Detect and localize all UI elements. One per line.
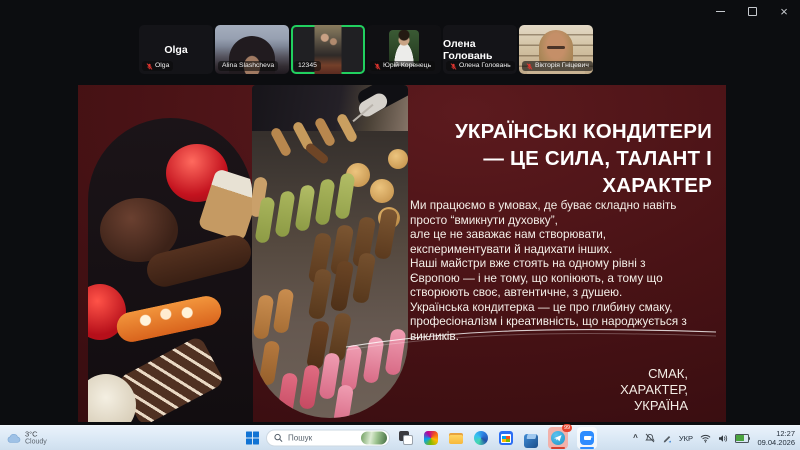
photo-shape xyxy=(370,179,394,203)
glasses-shape xyxy=(547,46,565,49)
photo-shape xyxy=(334,172,355,220)
keyboard-language[interactable]: УКР xyxy=(679,434,693,443)
participant-label: Олена Головань xyxy=(446,61,515,71)
notification-badge: 99 xyxy=(562,424,572,432)
participant-label: Юрій Коренець xyxy=(370,61,435,71)
mic-muted-icon xyxy=(526,63,533,70)
photo-shape xyxy=(274,190,295,238)
bell-off-icon[interactable] xyxy=(645,433,655,443)
participant-label: 12345 xyxy=(294,61,321,71)
wifi-icon[interactable] xyxy=(700,434,711,443)
participant-tile-olga[interactable]: Olga Olga xyxy=(139,25,213,74)
close-icon[interactable]: × xyxy=(774,3,794,19)
slide-body-text: Ми працюємо в умовах, де буває складно н… xyxy=(410,198,687,343)
participant-tile-olena[interactable]: Олена Головань Олена Головань xyxy=(443,25,517,74)
weather-temperature: 3°C xyxy=(25,429,47,438)
windows-taskbar: 3°C Cloudy Пошук 99 xyxy=(0,425,800,450)
minimize-icon[interactable] xyxy=(710,3,730,19)
photo-shape xyxy=(333,384,354,418)
running-indicator xyxy=(580,447,594,449)
shared-presentation-slide: УКРАЇНСЬКІ КОНДИТЕРИ — ЦЕ СИЛА, ТАЛАНТ І… xyxy=(78,85,726,422)
participant-label: Olga xyxy=(142,61,173,71)
search-placeholder: Пошук xyxy=(288,434,356,443)
search-highlight-thumbnail[interactable] xyxy=(361,432,387,445)
search-box[interactable]: Пошук xyxy=(266,430,390,447)
participant-label: Alina Slashcheva xyxy=(218,61,278,71)
swoosh-decoration xyxy=(344,323,724,355)
photo-shape xyxy=(299,364,321,410)
photos-app-icon[interactable] xyxy=(423,430,439,446)
clock-date: 09.04.2026 xyxy=(757,438,795,447)
microsoft-store-icon[interactable] xyxy=(498,430,514,446)
system-tray: ^ УКР 12:27 09.04.2026 xyxy=(633,426,795,450)
weather-condition: Cloudy xyxy=(25,438,47,446)
wallet-app-icon[interactable] xyxy=(523,430,539,446)
photo-shape xyxy=(270,126,293,157)
photo-shape xyxy=(314,178,335,226)
video-camera-icon xyxy=(580,431,594,445)
clock-time: 12:27 xyxy=(757,429,795,438)
slide-tagline: СМАК, ХАРАКТЕР, УКРАЇНА xyxy=(620,366,688,414)
zoom-app-icon[interactable] xyxy=(577,427,597,449)
telegram-plane-icon xyxy=(551,431,565,445)
taskbar-apps: 99 xyxy=(398,426,597,450)
restore-icon[interactable] xyxy=(742,3,762,19)
running-indicator xyxy=(551,447,565,449)
weather-widget[interactable]: 3°C Cloudy xyxy=(6,429,47,446)
window-controls: × xyxy=(710,3,794,19)
participants-strip: Olga Olga Alina Slashcheva 12345 Юрій Ко… xyxy=(0,25,766,74)
pen-input-icon[interactable] xyxy=(662,433,672,443)
search-icon xyxy=(274,434,283,443)
slide-title: УКРАЇНСЬКІ КОНДИТЕРИ — ЦЕ СИЛА, ТАЛАНТ І… xyxy=(455,118,712,199)
mic-muted-icon xyxy=(450,63,457,70)
participant-tile-12345-active-speaker[interactable]: 12345 xyxy=(291,25,365,74)
file-explorer-icon[interactable] xyxy=(448,430,464,446)
task-view-icon[interactable] xyxy=(398,430,414,446)
plated-desserts-photo xyxy=(88,118,253,422)
mic-muted-icon xyxy=(146,63,153,70)
cloud-icon xyxy=(6,433,21,443)
photo-shape xyxy=(114,293,224,344)
photo-shape xyxy=(259,340,281,386)
battery-icon[interactable] xyxy=(735,434,751,443)
photo-shape xyxy=(294,184,315,232)
mic-muted-icon xyxy=(374,63,381,70)
eclairs-tray-photo xyxy=(252,85,408,418)
participant-tile-yurii[interactable]: Юрій Коренець xyxy=(367,25,441,74)
participant-tile-viktoriia[interactable]: Вікторія Гніцевич xyxy=(519,25,593,74)
participant-tile-alina[interactable]: Alina Slashcheva xyxy=(215,25,289,74)
photo-shape xyxy=(277,372,299,418)
start-button[interactable] xyxy=(246,432,259,445)
meeting-window: × Olga Olga Alina Slashcheva 12345 xyxy=(0,0,800,450)
photo-shape xyxy=(388,149,408,169)
volume-icon[interactable] xyxy=(718,434,728,443)
edge-browser-icon[interactable] xyxy=(473,430,489,446)
taskbar-clock[interactable]: 12:27 09.04.2026 xyxy=(757,429,795,448)
photo-shape xyxy=(253,294,275,340)
hidden-icons-chevron[interactable]: ^ xyxy=(633,434,638,442)
participant-label: Вікторія Гніцевич xyxy=(522,61,593,71)
telegram-app-icon[interactable]: 99 xyxy=(548,427,568,449)
